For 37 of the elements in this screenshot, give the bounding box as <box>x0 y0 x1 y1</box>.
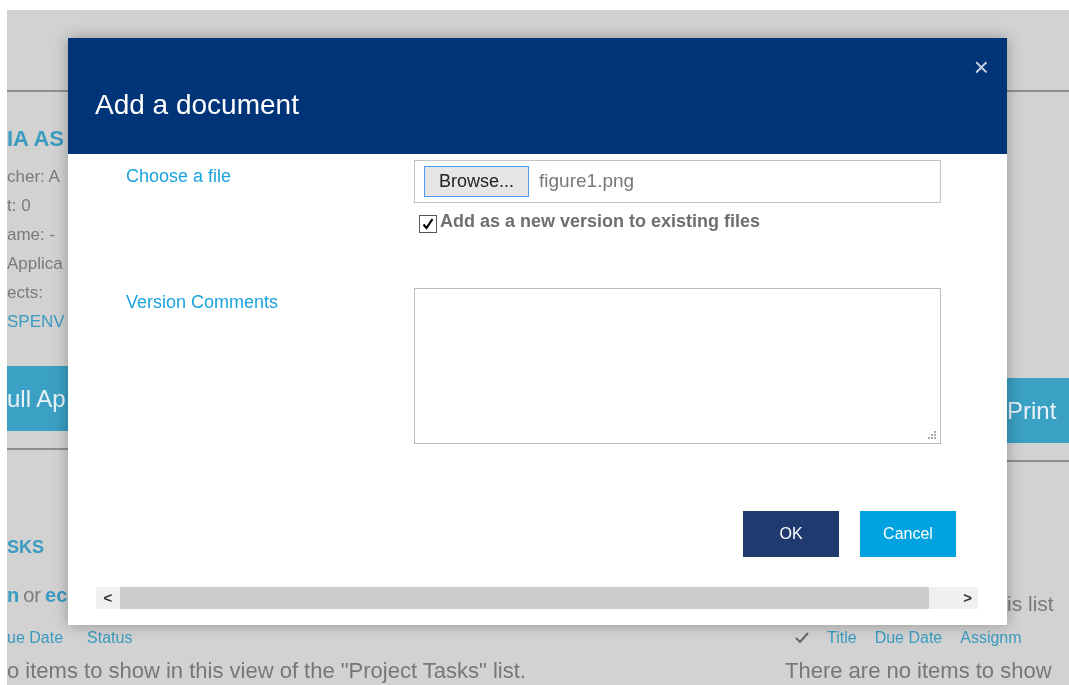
action-link[interactable]: n <box>7 583 20 607</box>
horizontal-scrollbar[interactable]: < > <box>96 587 978 609</box>
resize-grip-icon <box>927 430 937 440</box>
print-button[interactable]: Print <box>1007 378 1069 443</box>
section-heading: IA AS <box>7 126 66 152</box>
column-header[interactable]: Due Date <box>874 626 943 650</box>
checkbox[interactable] <box>419 214 437 233</box>
close-button[interactable]: × <box>973 52 989 82</box>
file-input[interactable]: Browse... figure1.png <box>414 160 941 203</box>
action-button[interactable]: ull Ap <box>7 366 68 431</box>
ok-button[interactable]: OK <box>743 511 839 557</box>
empty-message: o items to show in this view of the "Project Tasks" list. <box>7 657 526 685</box>
field-label: ects: <box>7 282 44 304</box>
column-header[interactable]: ue Date <box>7 626 64 650</box>
field-label: Version Comments <box>126 291 280 314</box>
column-header[interactable]: Title <box>827 626 857 650</box>
browse-button[interactable]: Browse... <box>424 166 530 197</box>
action-link[interactable]: ec <box>45 583 68 607</box>
scroll-right-button[interactable]: > <box>929 587 978 609</box>
field-label: Applica <box>7 253 64 275</box>
file-name: figure1.png <box>539 169 635 194</box>
scroll-left-button[interactable]: < <box>96 587 120 609</box>
column-header[interactable]: Status <box>87 626 133 650</box>
column-header[interactable]: Assignm <box>960 626 1022 650</box>
project-link[interactable]: SPENV <box>7 307 68 336</box>
cancel-button[interactable]: Cancel <box>860 511 956 557</box>
field-label: cher: A <box>7 166 61 188</box>
field-label: t: 0 <box>7 195 32 217</box>
checkbox-label: Add as a new version to existing files <box>440 210 761 233</box>
field-label: Choose a file <box>126 165 233 188</box>
check-icon <box>795 632 809 644</box>
field-label: ame: - <box>7 224 57 246</box>
empty-message: There are no items to show <box>785 657 1053 685</box>
action-text: is list <box>1007 592 1055 616</box>
section-title: SKS <box>7 536 45 559</box>
action-text: or <box>23 583 41 607</box>
dialog-title: Add a document <box>95 88 299 122</box>
